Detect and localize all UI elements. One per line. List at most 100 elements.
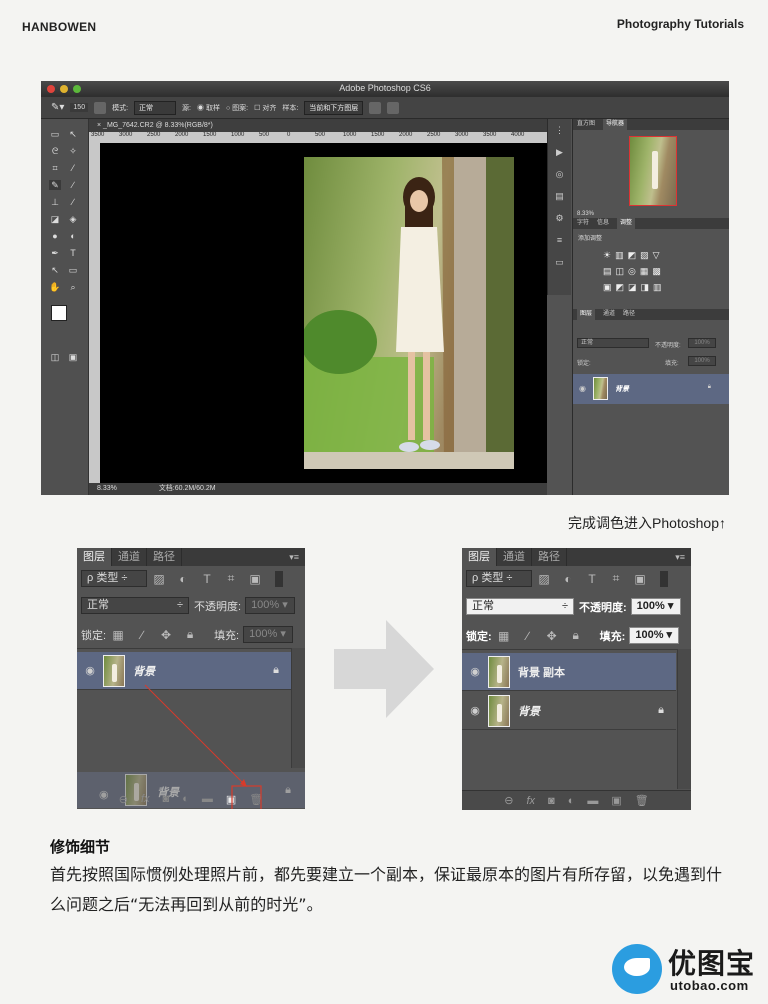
fx-icon[interactable]: fx: [526, 795, 535, 807]
crop-tool-icon[interactable]: ⌗: [49, 163, 61, 173]
opacity-field[interactable]: 100% ▾: [630, 598, 681, 615]
tab-layers[interactable]: 图层: [462, 548, 497, 566]
filter-select[interactable]: ρ 类型 ÷: [466, 570, 532, 587]
fill-mini[interactable]: 100%: [688, 356, 716, 366]
layer-name-mini: 背景: [615, 386, 629, 393]
layer-background-copy[interactable]: ◉ 背景 副本: [462, 653, 676, 691]
tab-paths[interactable]: 路径: [532, 548, 567, 566]
scrollbar[interactable]: [677, 649, 691, 789]
eyedropper-icon[interactable]: ⁄: [67, 163, 79, 173]
layers-footer-after: ⊖ fx ◙ ◐ ▬ ▣ 🗑︎: [462, 790, 691, 810]
shape-tool-icon[interactable]: ▭: [67, 265, 79, 275]
history-brush-icon[interactable]: ∕: [67, 197, 79, 207]
adjust-filter-icon[interactable]: ◐: [561, 572, 575, 586]
pressure-icon[interactable]: [387, 101, 400, 114]
screen-mode-icon[interactable]: ▣: [67, 352, 79, 362]
bucket-tool-icon[interactable]: ◈: [67, 214, 79, 224]
layer-row-mini[interactable]: ◉ 背景 🔒︎: [573, 374, 729, 404]
navigator-thumbnail[interactable]: [629, 136, 677, 206]
link-layers-icon[interactable]: ⊖: [504, 794, 513, 807]
adjustment-icons[interactable]: ☀▥◩▨▽ ▤◫◎▦▩ ▣◩◪◨▥: [603, 247, 666, 295]
delete-layer-icon[interactable]: 🗑︎: [635, 794, 649, 807]
tab-channels[interactable]: 通道: [497, 548, 532, 566]
source-sample-radio[interactable]: ◉ 取样: [197, 103, 220, 113]
quick-mask-icon[interactable]: ◫: [49, 352, 61, 362]
panel-menu-icon[interactable]: ▾≡: [669, 548, 691, 566]
tab-histogram[interactable]: 直方图: [577, 119, 595, 130]
lock-paint-icon[interactable]: ∕: [521, 629, 535, 643]
move-tool-icon[interactable]: ▭: [49, 129, 61, 139]
adjustment-tabs: 字符 信息 调整: [573, 218, 729, 229]
foreground-color-swatch[interactable]: [51, 305, 67, 321]
layers-panel-mini: 正常 不透明度: 100% 锁定: 填充: 100% ◉ 背景 🔒︎: [573, 320, 729, 476]
ps-title-bar: Adobe Photoshop CS6: [41, 81, 729, 97]
zoom-tool-icon[interactable]: ⌕: [67, 282, 79, 292]
text-filter-icon[interactable]: T: [585, 572, 599, 586]
eye-icon[interactable]: ◉: [462, 704, 488, 717]
tab-channels-mini[interactable]: 通道: [603, 309, 615, 320]
tab-navigator[interactable]: 导航器: [603, 119, 628, 130]
filter-toggle[interactable]: [660, 570, 668, 587]
lock-transparent-icon[interactable]: ▦: [497, 629, 511, 643]
eraser-tool-icon[interactable]: ◪: [49, 214, 61, 224]
healing-tool-icon[interactable]: ✎: [49, 180, 61, 190]
lock-move-icon[interactable]: ✥: [545, 629, 559, 643]
filter-row: ρ 类型 ÷ ▨ ◐ T ⌗ ▣: [462, 570, 691, 587]
opacity-mini[interactable]: 100%: [688, 338, 716, 348]
tab-layers-mini[interactable]: 图层: [577, 309, 596, 320]
sample-select[interactable]: 当前和下方图层: [304, 100, 364, 115]
site-brand: HANBOWEN: [22, 20, 97, 34]
layer-background[interactable]: ◉ 背景 🔒︎: [462, 692, 676, 730]
page-category: Photography Tutorials: [616, 17, 744, 31]
layer-thumbnail: [488, 655, 510, 688]
type-tool-icon[interactable]: T: [67, 248, 79, 258]
photo-scene: [304, 157, 514, 469]
new-layer-icon[interactable]: ▣: [611, 794, 621, 807]
hand-tool-icon[interactable]: ✋: [49, 282, 61, 292]
tab-info[interactable]: 信息: [597, 218, 609, 229]
section-body: 首先按照国际惯例处理照片前，都先要建立一个副本，保证最原本的图片有所存留，以免遇…: [50, 865, 723, 914]
fill-field[interactable]: 100% ▾: [629, 627, 680, 644]
brush-size[interactable]: 150: [70, 103, 89, 112]
document-canvas[interactable]: [100, 143, 547, 483]
arrow-tool-icon[interactable]: ↖: [67, 129, 79, 139]
healing-brush-icon[interactable]: ✎▾: [51, 102, 64, 113]
blend-mode-select[interactable]: 正常 ÷: [466, 598, 574, 615]
pen-tool-icon[interactable]: ✒: [49, 248, 61, 258]
stamp-tool-icon[interactable]: ⊥: [49, 197, 61, 207]
lasso-tool-icon[interactable]: ᘓ: [49, 146, 61, 156]
quick-select-icon[interactable]: ✧: [67, 146, 79, 156]
navigator-zoom[interactable]: 8.33%: [577, 211, 594, 217]
image-filter-icon[interactable]: ▨: [537, 572, 551, 586]
document-tab[interactable]: × _MG_7642.CR2 @ 8.33%(RGB/8*): [89, 119, 547, 132]
align-checkbox[interactable]: ☐ 对齐: [254, 103, 276, 113]
blur-tool-icon[interactable]: ●: [49, 231, 61, 241]
photoshop-screenshot: Adobe Photoshop CS6 ✎▾ 150 模式: 正常 源: ◉ 取…: [41, 81, 729, 495]
layers-tabs-after: 图层 通道 路径 ▾≡: [462, 548, 691, 566]
opacity-label: 不透明度:: [579, 601, 627, 614]
tab-adjustments[interactable]: 调整: [617, 218, 636, 229]
dodge-tool-icon[interactable]: ◐: [67, 231, 79, 241]
adjustment-layer-icon[interactable]: ◐: [568, 795, 575, 807]
drag-annotation: [144, 684, 262, 809]
new-group-icon[interactable]: ▬: [587, 795, 598, 807]
eye-icon-mini[interactable]: ◉: [579, 384, 586, 393]
blend-mode-mini[interactable]: 正常: [577, 338, 649, 348]
lock-all-icon[interactable]: 🔒︎: [569, 628, 583, 643]
smart-filter-icon[interactable]: ▣: [633, 572, 647, 586]
tab-paths-mini[interactable]: 路径: [623, 309, 635, 320]
add-mask-icon[interactable]: ◙: [548, 795, 555, 807]
brush-tool-icon[interactable]: ∕: [67, 180, 79, 190]
lock-icon: 🔒︎: [658, 704, 664, 716]
dock-icon-stack[interactable]: ⋮ ▶ ◎ ▤ ⚙ ≡ ▭: [548, 119, 571, 273]
ignore-adjust-icon[interactable]: [369, 101, 382, 114]
path-select-icon[interactable]: ↖: [49, 265, 61, 275]
eye-icon[interactable]: ◉: [462, 665, 488, 678]
ps-right-panels: 直方图 导航器 8.33% 字符 信息 调整 添加调整 ☀▥◩▨▽ ▤◫◎▦▩ ▣◩…: [572, 119, 729, 495]
shape-filter-icon[interactable]: ⌗: [609, 571, 623, 586]
tab-character[interactable]: 字符: [577, 218, 589, 229]
brush-panel-icon[interactable]: [94, 101, 107, 114]
source-pattern-radio[interactable]: ○ 图案:: [226, 103, 248, 113]
section-title: 修饰细节: [50, 839, 111, 856]
mode-select[interactable]: 正常: [134, 100, 177, 115]
